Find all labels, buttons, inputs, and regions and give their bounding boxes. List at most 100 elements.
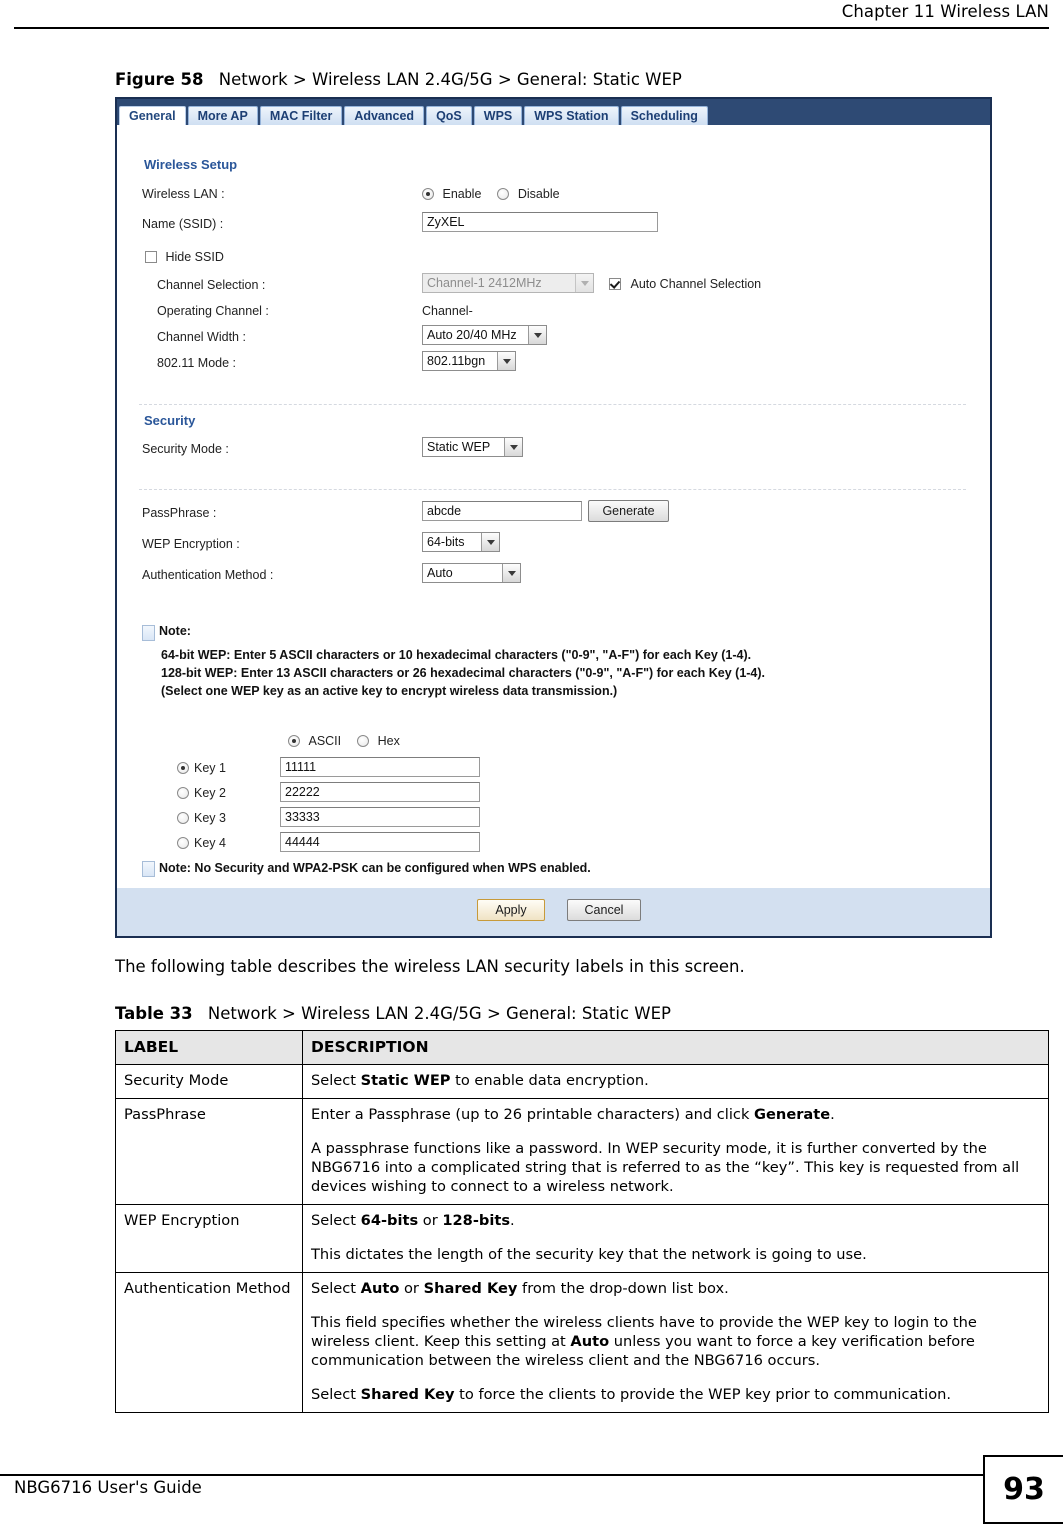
ssid-input[interactable]: ZyXEL bbox=[422, 212, 658, 232]
security-mode-select[interactable]: Static WEP bbox=[422, 437, 523, 457]
tab-bar: General More AP MAC Filter Advanced QoS WPS WP… bbox=[117, 99, 990, 130]
ascii-radio[interactable] bbox=[288, 735, 300, 747]
section-divider-1 bbox=[139, 404, 966, 405]
tab-mac-filter[interactable]: MAC Filter bbox=[259, 106, 343, 125]
auth-method-value: Auto bbox=[427, 566, 453, 580]
key-2-radio-group[interactable]: Key 2 bbox=[177, 786, 226, 800]
row-label: WEP Encryption bbox=[115, 1204, 303, 1273]
operating-channel-label: Operating Channel : bbox=[157, 304, 269, 318]
table-row: Security Mode Select Static WEP to enable… bbox=[115, 1064, 1049, 1099]
wps-note-icon bbox=[142, 861, 155, 877]
row-label: Security Mode bbox=[115, 1064, 303, 1099]
hide-ssid-checkbox[interactable] bbox=[145, 251, 157, 263]
key-1-input[interactable]: 11111 bbox=[280, 757, 480, 777]
description-paragraph: This field specifies whether the wireles… bbox=[311, 1314, 977, 1369]
header-label: LABEL bbox=[115, 1030, 303, 1065]
tab-more-ap[interactable]: More AP bbox=[187, 106, 258, 125]
note-icon bbox=[142, 625, 155, 641]
description-paragraph: Enter a Passphrase (up to 26 printable c… bbox=[311, 1106, 835, 1123]
mode-select[interactable]: 802.11bgn bbox=[422, 351, 516, 371]
key-1-label: Key 1 bbox=[194, 761, 226, 775]
wep-encryption-value: 64-bits bbox=[427, 535, 465, 549]
chevron-down-icon bbox=[528, 326, 546, 344]
label-description-table: LABEL DESCRIPTION Security Mode Select St… bbox=[115, 1030, 1049, 1413]
figure-title: Network > Wireless LAN 2.4G/5G > General… bbox=[218, 70, 682, 89]
table-title: Network > Wireless LAN 2.4G/5G > General… bbox=[207, 1004, 671, 1023]
hide-ssid-group[interactable]: Hide SSID bbox=[145, 250, 224, 264]
table-label: Table 33 bbox=[115, 1004, 193, 1023]
row-description: Select 64-bits or 128-bits. This dictates… bbox=[302, 1204, 1049, 1273]
security-heading: Security bbox=[144, 413, 196, 428]
mode-value: 802.11bgn bbox=[427, 354, 486, 368]
key-4-radio[interactable] bbox=[177, 837, 189, 849]
hex-radio[interactable] bbox=[357, 735, 370, 747]
apply-button[interactable]: Apply bbox=[477, 899, 545, 921]
wps-note-text: Note: No Security and WPA2-PSK can be co… bbox=[159, 861, 591, 875]
channel-selection-value: Channel-1 2412MHz bbox=[427, 276, 542, 290]
header-divider bbox=[14, 27, 1049, 29]
wep-encryption-select[interactable]: 64-bits bbox=[422, 532, 500, 552]
note-line-3: (Select one WEP key as an active key to … bbox=[161, 684, 618, 698]
row-label: PassPhrase bbox=[115, 1098, 303, 1205]
key-3-label: Key 3 bbox=[194, 811, 226, 825]
header-description: DESCRIPTION bbox=[302, 1030, 1049, 1065]
footer-divider bbox=[0, 1474, 985, 1476]
channel-width-label: Channel Width : bbox=[157, 330, 246, 344]
wireless-lan-radio-group[interactable]: Enable Disable bbox=[422, 187, 560, 201]
security-mode-label: Security Mode : bbox=[142, 442, 229, 456]
tab-advanced[interactable]: Advanced bbox=[344, 106, 425, 125]
description-paragraph: Select Auto or Shared Key from the drop-… bbox=[311, 1280, 729, 1297]
key-1-radio-group[interactable]: Key 1 bbox=[177, 761, 226, 775]
key-4-label: Key 4 bbox=[194, 836, 226, 850]
table-row: Authentication Method Select Auto or Shar… bbox=[115, 1272, 1049, 1413]
config-body: Wireless Setup Wireless LAN : Enable Dis… bbox=[117, 125, 990, 908]
chevron-down-icon bbox=[481, 533, 499, 551]
auto-channel-checkbox[interactable] bbox=[609, 278, 621, 290]
key-3-radio-group[interactable]: Key 3 bbox=[177, 811, 226, 825]
security-mode-value: Static WEP bbox=[427, 440, 491, 454]
footer-guide-text: NBG6716 User's Guide bbox=[14, 1478, 202, 1497]
generate-button[interactable]: Generate bbox=[588, 500, 669, 522]
intro-paragraph: The following table describes the wirele… bbox=[115, 957, 745, 976]
note-title: Note: bbox=[159, 624, 191, 638]
note-line-1: 64-bit WEP: Enter 5 ASCII characters or … bbox=[161, 648, 752, 662]
disable-radio[interactable] bbox=[497, 188, 510, 200]
router-config-screenshot: General More AP MAC Filter Advanced QoS WPS WP… bbox=[115, 97, 992, 938]
key-3-radio[interactable] bbox=[177, 812, 189, 824]
description-paragraph: A passphrase functions like a password. … bbox=[311, 1140, 1020, 1195]
tab-general[interactable]: General bbox=[119, 106, 186, 125]
chevron-down-icon bbox=[502, 564, 520, 582]
key-2-radio[interactable] bbox=[177, 787, 189, 799]
auto-channel-label: Auto Channel Selection bbox=[630, 277, 762, 291]
channel-width-value: Auto 20/40 MHz bbox=[427, 328, 517, 342]
key-format-radio-group[interactable]: ASCII Hex bbox=[288, 734, 400, 748]
description-paragraph: Select Shared Key to force the clients t… bbox=[311, 1386, 952, 1403]
key-1-radio[interactable] bbox=[177, 762, 189, 774]
channel-width-select[interactable]: Auto 20/40 MHz bbox=[422, 325, 547, 345]
page-number-box: 93 bbox=[983, 1455, 1063, 1524]
key-4-radio-group[interactable]: Key 4 bbox=[177, 836, 226, 850]
tab-qos[interactable]: QoS bbox=[426, 106, 472, 125]
key-4-input[interactable]: 44444 bbox=[280, 832, 480, 852]
enable-radio[interactable] bbox=[422, 188, 434, 200]
figure-caption: Figure 58 Network > Wireless LAN 2.4G/5G… bbox=[115, 70, 682, 89]
key-2-input[interactable]: 22222 bbox=[280, 782, 480, 802]
section-divider-2 bbox=[139, 489, 966, 490]
wireless-setup-heading: Wireless Setup bbox=[144, 157, 238, 172]
table-header-row: LABEL DESCRIPTION bbox=[115, 1030, 1049, 1065]
tab-wps-station[interactable]: WPS Station bbox=[524, 106, 619, 125]
chevron-down-icon bbox=[504, 438, 522, 456]
auth-method-select[interactable]: Auto bbox=[422, 563, 521, 583]
key-3-input[interactable]: 33333 bbox=[280, 807, 480, 827]
passphrase-input[interactable]: abcde bbox=[422, 501, 582, 521]
key-2-label: Key 2 bbox=[194, 786, 226, 800]
tab-scheduling[interactable]: Scheduling bbox=[620, 106, 708, 125]
channel-selection-select[interactable]: Channel-1 2412MHz bbox=[422, 273, 594, 293]
tab-wps[interactable]: WPS bbox=[473, 106, 523, 125]
description-paragraph: Select Static WEP to enable data encrypt… bbox=[311, 1072, 649, 1089]
description-paragraph: This dictates the length of the security… bbox=[311, 1246, 867, 1263]
disable-label: Disable bbox=[517, 187, 560, 201]
description-paragraph: Select 64-bits or 128-bits. bbox=[311, 1212, 515, 1229]
cancel-button[interactable]: Cancel bbox=[567, 899, 641, 921]
auto-channel-group[interactable]: Auto Channel Selection bbox=[609, 277, 761, 291]
